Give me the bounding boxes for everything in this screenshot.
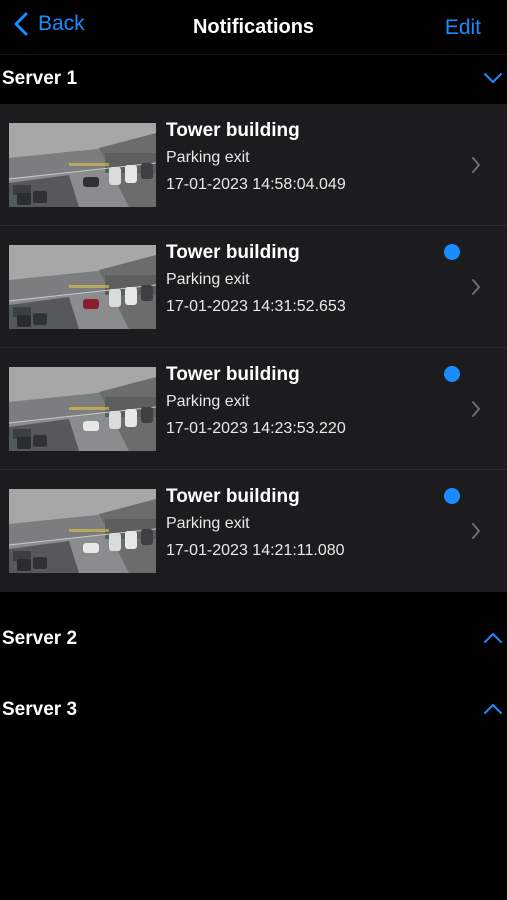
chevron-right-icon xyxy=(472,157,480,173)
notification-row[interactable]: Tower building Parking exit 17-01-2023 1… xyxy=(0,470,507,592)
notification-title: Tower building xyxy=(166,486,300,507)
section-header-server-1[interactable]: Server 1 xyxy=(0,55,507,103)
unread-dot-icon xyxy=(444,244,460,260)
chevron-right-icon xyxy=(472,279,480,295)
camera-snapshot-thumbnail xyxy=(9,123,156,207)
notification-row[interactable]: Tower building Parking exit 17-01-2023 1… xyxy=(0,348,507,470)
notification-list: Tower building Parking exit 17-01-2023 1… xyxy=(0,104,507,592)
edit-button[interactable]: Edit xyxy=(445,16,481,40)
camera-snapshot-thumbnail xyxy=(9,367,156,451)
camera-snapshot-thumbnail xyxy=(9,245,156,329)
notification-timestamp: 17-01-2023 14:21:11.080 xyxy=(166,542,345,559)
notification-subtitle: Parking exit xyxy=(166,515,250,532)
unread-dot-icon xyxy=(444,366,460,382)
notification-title: Tower building xyxy=(166,120,300,141)
notification-subtitle: Parking exit xyxy=(166,393,250,410)
chevron-right-icon xyxy=(472,523,480,539)
notification-title: Tower building xyxy=(166,242,300,263)
notification-row[interactable]: Tower building Parking exit 17-01-2023 1… xyxy=(0,104,507,226)
page-title: Notifications xyxy=(192,16,315,38)
camera-snapshot-thumbnail xyxy=(9,489,156,573)
section-label: Server 3 xyxy=(2,699,78,720)
navigation-bar: Back Notifications Edit xyxy=(0,0,507,55)
chevron-up-icon xyxy=(484,633,502,643)
notification-title: Tower building xyxy=(166,364,300,385)
section-header-server-2[interactable]: Server 2 xyxy=(0,615,507,663)
notification-timestamp: 17-01-2023 14:31:52.653 xyxy=(166,298,346,315)
chevron-right-icon xyxy=(472,401,480,417)
notification-subtitle: Parking exit xyxy=(166,149,250,166)
notification-timestamp: 17-01-2023 14:58:04.049 xyxy=(166,176,346,193)
unread-dot-icon xyxy=(444,488,460,504)
notification-subtitle: Parking exit xyxy=(166,271,250,288)
section-label: Server 1 xyxy=(2,68,78,89)
notification-timestamp: 17-01-2023 14:23:53.220 xyxy=(166,420,346,437)
chevron-down-icon xyxy=(484,73,502,83)
section-label: Server 2 xyxy=(2,628,78,649)
section-header-server-3[interactable]: Server 3 xyxy=(0,686,507,734)
chevron-up-icon xyxy=(484,704,502,714)
notification-row[interactable]: Tower building Parking exit 17-01-2023 1… xyxy=(0,226,507,348)
